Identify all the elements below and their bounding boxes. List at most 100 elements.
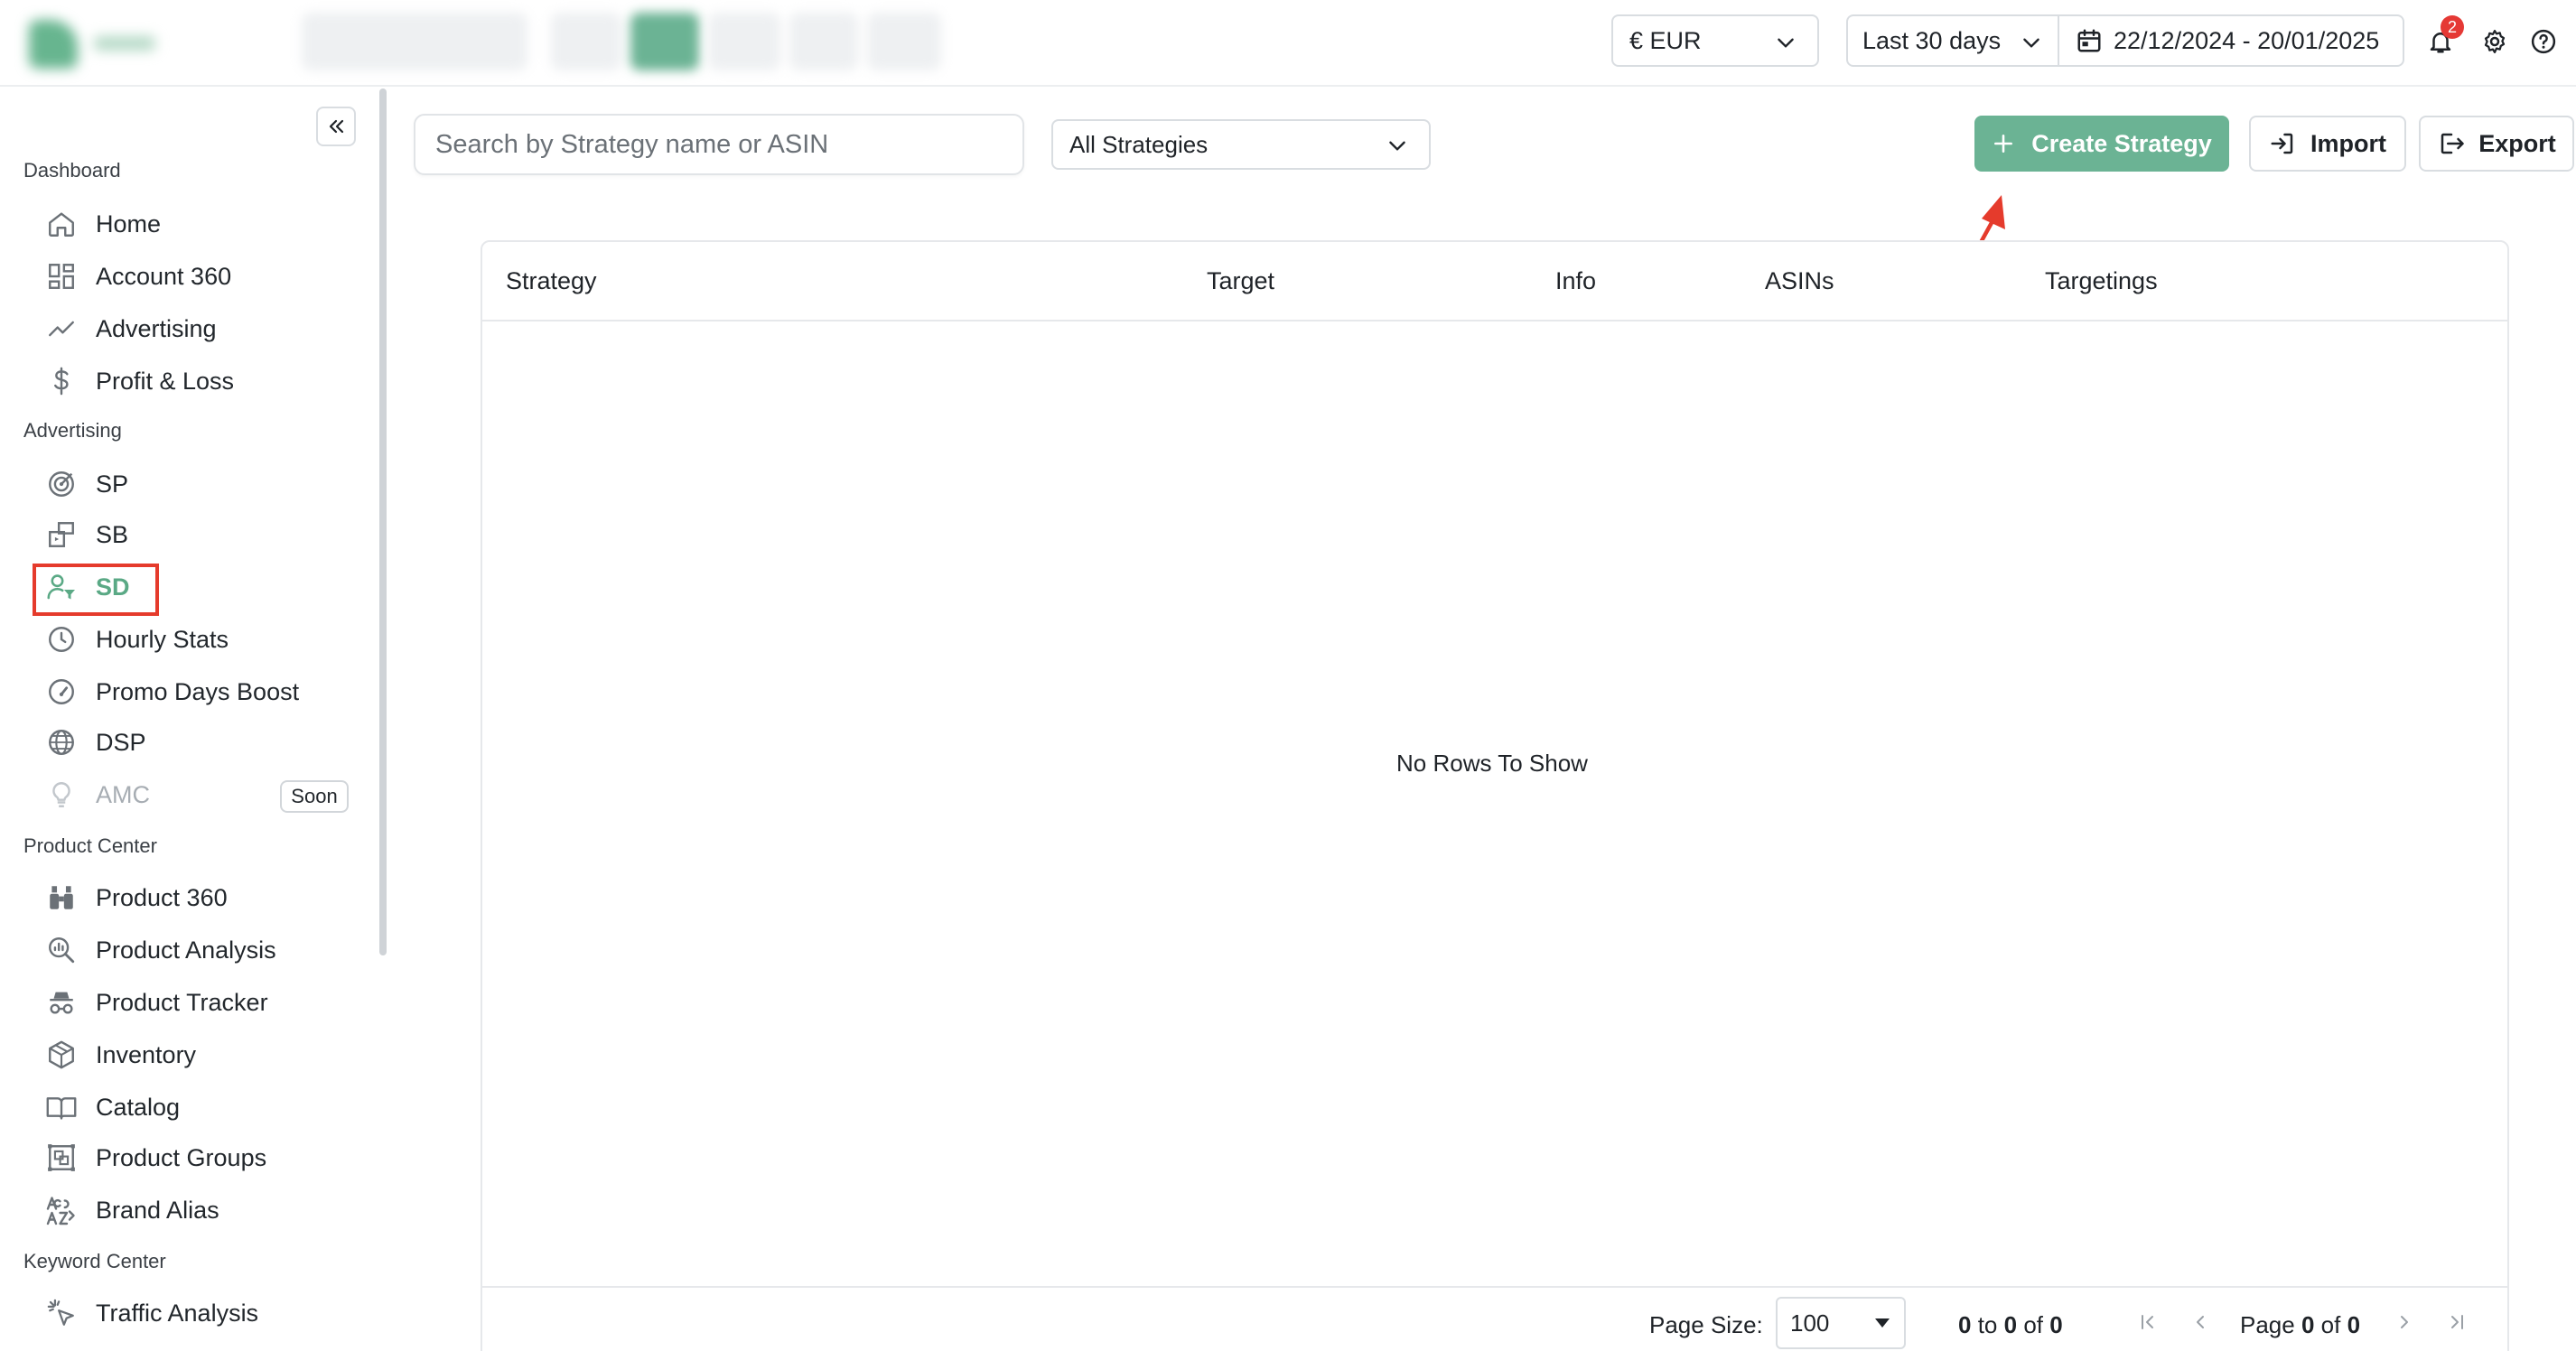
settings-button[interactable] [2477, 23, 2513, 60]
lightbulb-icon [40, 773, 83, 816]
notification-count-badge: 2 [2441, 15, 2464, 39]
box-icon [40, 1033, 83, 1076]
range-of-label: of [2023, 1311, 2044, 1338]
sidebar-item-product-360[interactable]: Product 360 [40, 874, 347, 921]
sidebar-item-account-360[interactable]: Account 360 [40, 253, 347, 300]
range-to-label: to [1977, 1311, 1998, 1338]
marketplace-tab-blurred[interactable] [551, 13, 621, 70]
first-page-button[interactable] [2133, 1308, 2162, 1337]
sidebar-item-brand-alias[interactable]: Brand Alias [40, 1187, 347, 1234]
last-page-button[interactable] [2442, 1308, 2471, 1337]
sidebar-item-hourly-stats[interactable]: Hourly Stats [40, 616, 347, 663]
sidebar-item-label: Product 360 [96, 883, 228, 911]
empty-grid-message: No Rows To Show [1396, 750, 1588, 777]
sidebar-item-label: Promo Days Boost [96, 677, 300, 705]
page-label: Page [2240, 1311, 2295, 1338]
sidebar-item-dsp[interactable]: DSP [40, 719, 347, 766]
sidebar-item-product-groups[interactable]: Product Groups [40, 1134, 347, 1181]
account-selector-blurred[interactable] [302, 13, 527, 70]
import-icon [2271, 133, 2293, 154]
page-current: 0 [2301, 1311, 2315, 1338]
previous-page-button[interactable] [2186, 1308, 2215, 1337]
chevron-down-icon [2023, 38, 2039, 48]
date-range-picker[interactable]: 22/12/2024 - 20/01/2025 [2058, 14, 2404, 67]
sidebar-item-label: Hourly Stats [96, 625, 229, 653]
sidebar-item-label: Advertising [96, 314, 217, 342]
clock-icon [40, 618, 83, 661]
search-input[interactable] [415, 116, 1022, 173]
chevron-right-icon [2401, 1316, 2408, 1328]
sidebar-item-label: Traffic Analysis [96, 1299, 259, 1327]
text-alias-icon [40, 1188, 83, 1232]
column-header-targetings[interactable]: Targetings [2045, 267, 2158, 295]
app-logo[interactable] [23, 13, 159, 72]
brand-banner-icon [40, 513, 83, 556]
page-size-label: Page Size: [1649, 1311, 1763, 1338]
range-total: 0 [2049, 1311, 2063, 1338]
sidebar-section-keyword-center: Keyword Center [23, 1250, 166, 1272]
page-size-value: 100 [1790, 1309, 1830, 1337]
sd-highlight-box [33, 564, 159, 616]
sidebar-item-label: Inventory [96, 1040, 197, 1068]
sidebar-item-label: Profit & Loss [96, 367, 235, 395]
marketplace-tab-blurred[interactable] [867, 13, 941, 70]
export-label: Export [2478, 129, 2556, 157]
date-range-value: 22/12/2024 - 20/01/2025 [2114, 26, 2380, 54]
caret-down-icon [1875, 1318, 1890, 1328]
import-button[interactable]: Import [2249, 116, 2406, 172]
soon-badge: Soon [280, 780, 349, 813]
sidebar-item-sp[interactable]: SP [40, 461, 347, 508]
row-range-summary: 0 to 0 of 0 [1958, 1311, 2063, 1339]
sidebar-item-label: AMC [96, 780, 150, 808]
sidebar-item-product-analysis[interactable]: Product Analysis [40, 927, 347, 974]
collapse-sidebar-button[interactable] [316, 107, 356, 146]
sidebar-item-label: Brand Alias [96, 1196, 219, 1224]
trend-line-icon [40, 307, 83, 350]
column-header-target[interactable]: Target [1207, 267, 1274, 295]
gauge-icon [40, 670, 83, 713]
date-preset-value: Last 30 days [1862, 26, 2002, 54]
column-header-strategy[interactable]: Strategy [506, 267, 597, 295]
sidebar-item-inventory[interactable]: Inventory [40, 1031, 347, 1078]
sidebar-item-label: Catalog [96, 1093, 181, 1121]
marketplace-tab-blurred[interactable] [789, 13, 858, 70]
dollar-icon [40, 359, 83, 403]
export-button[interactable]: Export [2419, 116, 2574, 172]
next-page-button[interactable] [2390, 1308, 2419, 1337]
sidebar-item-catalog[interactable]: Catalog [40, 1084, 347, 1131]
marketplace-tab-active-blurred[interactable] [630, 13, 699, 70]
chevron-down-icon [1389, 141, 1405, 151]
column-header-asins[interactable]: ASINs [1765, 267, 1834, 295]
currency-select[interactable]: € EUR [1611, 14, 1819, 67]
sidebar-scrollbar[interactable] [379, 89, 387, 955]
plus-icon [1994, 135, 2013, 153]
sidebar-item-advertising[interactable]: Advertising [40, 305, 347, 352]
sidebar-item-promo-days-boost[interactable]: Promo Days Boost [40, 668, 347, 715]
top-bar: € EUR Last 30 days 22/12/2024 - 20/01/20… [0, 0, 2576, 87]
chevron-down-icon [1778, 38, 1794, 48]
page-size-select[interactable]: 100 [1776, 1297, 1906, 1349]
strategy-search[interactable] [414, 114, 1024, 175]
sidebar-item-traffic-analysis[interactable]: Traffic Analysis [40, 1290, 347, 1337]
sidebar-item-profit-loss[interactable]: Profit & Loss [40, 358, 347, 405]
create-strategy-label: Create Strategy [2031, 129, 2212, 157]
marketplace-tab-blurred[interactable] [708, 13, 780, 70]
strategy-filter-select[interactable]: All Strategies [1051, 119, 1431, 170]
sidebar-item-label: Home [96, 210, 162, 238]
dashboard-grid-icon [40, 255, 83, 298]
date-preset-select[interactable]: Last 30 days [1846, 14, 2059, 67]
create-strategy-button[interactable]: Create Strategy [1974, 116, 2229, 172]
double-chevron-left-icon [329, 119, 344, 134]
sidebar-item-product-tracker[interactable]: Product Tracker [40, 979, 347, 1026]
import-label: Import [2310, 129, 2386, 157]
sidebar-section-advertising: Advertising [23, 419, 122, 442]
column-header-info[interactable]: Info [1555, 267, 1596, 295]
sidebar-item-label: DSP [96, 728, 146, 756]
sidebar-item-label: Account 360 [96, 262, 232, 290]
binoculars-icon [40, 876, 83, 919]
help-button[interactable] [2525, 23, 2562, 60]
sidebar-item-label: SP [96, 470, 129, 498]
sidebar-item-sb[interactable]: SB [40, 511, 347, 558]
sidebar-item-home[interactable]: Home [40, 200, 347, 247]
page-total: 0 [2347, 1311, 2361, 1338]
